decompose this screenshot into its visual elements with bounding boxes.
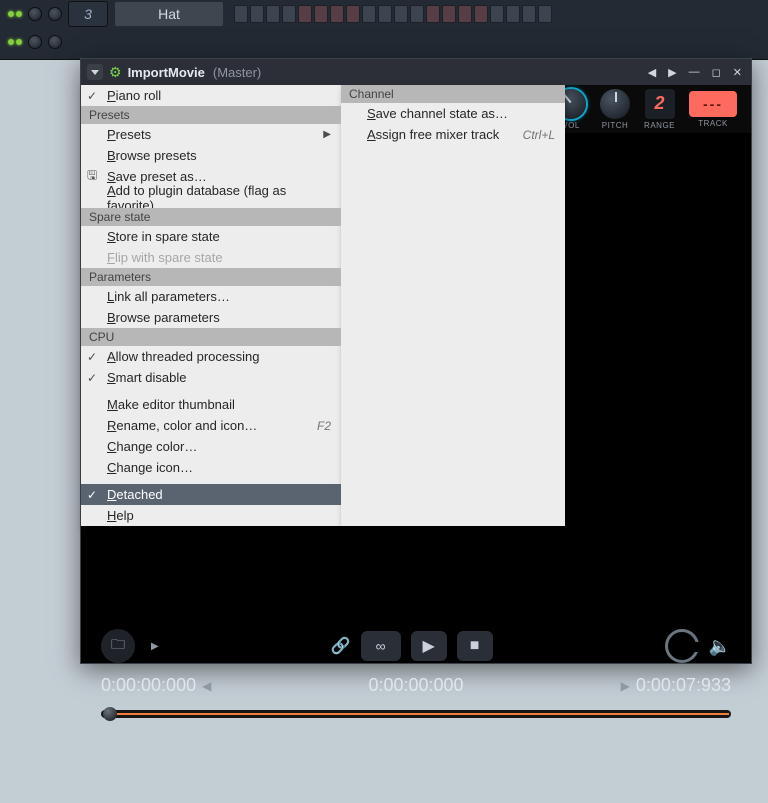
step-back-button[interactable]: ◀ xyxy=(196,679,217,693)
menu-item-label: Link all parameters… xyxy=(107,289,230,304)
menu-item[interactable]: Change icon… xyxy=(81,457,341,478)
maximize-icon[interactable]: ◻ xyxy=(709,66,724,79)
pan-knob[interactable] xyxy=(48,35,62,49)
menu-item: Flip with spare state xyxy=(81,247,341,268)
link-icon[interactable]: 🔗 xyxy=(331,636,351,656)
mute-knob[interactable] xyxy=(28,35,42,49)
range-label: RANGE xyxy=(644,121,675,130)
window-subtitle: (Master) xyxy=(213,65,261,80)
prev-preset-icon[interactable]: ◀ xyxy=(645,66,659,79)
timecode-duration: 0:00:07:933 xyxy=(636,675,731,696)
progress-fill xyxy=(111,713,729,715)
open-file-button[interactable]: 🗀 xyxy=(101,629,135,663)
menu-item[interactable]: ✓Allow threaded processing xyxy=(81,346,341,367)
mute-knob[interactable] xyxy=(28,7,42,21)
menu-item[interactable]: Rename, color and icon…F2 xyxy=(81,415,341,436)
transport-bar: 🗀 ▶ 🔗 ∞ ▶ ■ 🔈 0:00:00:000 ◀ 0:00:00:000 … xyxy=(81,619,751,732)
plugin-options-menu: ✓Piano rollPresetsPresets▶Browse presets… xyxy=(81,85,341,526)
track-selector[interactable]: --- xyxy=(689,91,737,117)
menu-section: Parameters xyxy=(81,268,341,286)
menu-section: CPU xyxy=(81,328,341,346)
menu-item-label: Flip with spare state xyxy=(107,250,223,265)
pitch-label: PITCH xyxy=(602,121,629,130)
chevron-down-icon xyxy=(91,70,99,75)
channel-leds[interactable] xyxy=(8,39,22,45)
gear-icon[interactable]: ⚙ xyxy=(109,64,122,81)
close-icon[interactable]: ✕ xyxy=(730,66,745,79)
menu-item-label: Presets xyxy=(107,127,151,142)
menu-item-label: Make editor thumbnail xyxy=(107,397,235,412)
timecode-selection: 0:00:00:000 xyxy=(368,675,463,696)
plugin-window: ⚙ ImportMovie (Master) ◀ ▶ — ◻ ✕ ✓Piano … xyxy=(80,58,752,664)
next-preset-icon[interactable]: ▶ xyxy=(665,66,679,79)
progress-handle[interactable] xyxy=(103,707,117,721)
channel-rack-bg: 3 Hat xyxy=(0,0,768,60)
minimize-icon[interactable]: — xyxy=(686,66,703,78)
menu-item-label: Save channel state as… xyxy=(367,106,508,121)
channel-submenu: Channel Save channel state as… Assign fre… xyxy=(341,85,565,526)
timecode-position: 0:00:00:000 xyxy=(101,675,196,696)
folder-icon: 🗀 xyxy=(111,634,125,658)
loop-button[interactable]: ∞ xyxy=(361,631,401,661)
menu-item[interactable]: Save channel state as… xyxy=(341,103,565,124)
pitch-knob[interactable] xyxy=(600,89,630,119)
menu-item[interactable]: Change color… xyxy=(81,436,341,457)
range-selector[interactable]: 2 xyxy=(645,89,675,119)
play-button[interactable]: ▶ xyxy=(411,631,447,661)
menu-item[interactable]: Browse presets xyxy=(81,145,341,166)
menu-item-label: Change icon… xyxy=(107,460,193,475)
context-menu-layer: ✓Piano rollPresetsPresets▶Browse presets… xyxy=(81,85,565,526)
stop-button[interactable]: ■ xyxy=(457,631,493,661)
track-label: TRACK xyxy=(698,119,728,128)
menu-item[interactable]: Assign free mixer trackCtrl+L xyxy=(341,124,565,145)
menu-item-label: Help xyxy=(107,508,134,523)
menu-item[interactable]: ✓Smart disable xyxy=(81,367,341,388)
window-title: ImportMovie xyxy=(128,65,205,80)
menu-item[interactable]: Make editor thumbnail xyxy=(81,394,341,415)
channel-leds[interactable] xyxy=(8,11,22,17)
menu-item[interactable]: Browse parameters xyxy=(81,307,341,328)
menu-item[interactable]: ✓Detached xyxy=(81,484,341,505)
speaker-icon[interactable]: 🔈 xyxy=(709,636,731,657)
menu-section: Spare state xyxy=(81,208,341,226)
step-sequence[interactable] xyxy=(234,5,552,23)
menu-item[interactable]: Help xyxy=(81,505,341,526)
menu-item-label: Smart disable xyxy=(107,370,186,385)
open-recent-button[interactable]: ▶ xyxy=(151,641,159,652)
titlebar: ⚙ ImportMovie (Master) ◀ ▶ — ◻ ✕ xyxy=(81,59,751,85)
menu-item-label: Browse presets xyxy=(107,148,197,163)
menu-item-label: Assign free mixer track xyxy=(367,127,499,142)
step-fwd-button[interactable]: ▶ xyxy=(615,679,636,693)
menu-item[interactable]: ✓Piano roll xyxy=(81,85,341,106)
menu-item-label: Piano roll xyxy=(107,88,161,103)
menu-item-label: Detached xyxy=(107,487,163,502)
menu-item[interactable]: Link all parameters… xyxy=(81,286,341,307)
menu-item[interactable]: Add to plugin database (flag as favorite… xyxy=(81,187,341,208)
menu-item[interactable]: Presets▶ xyxy=(81,124,341,145)
menu-section-channel: Channel xyxy=(341,85,565,103)
menu-item-label: Change color… xyxy=(107,439,197,454)
menu-item-label: Store in spare state xyxy=(107,229,220,244)
menu-dropdown-button[interactable] xyxy=(87,64,103,80)
channel-name[interactable]: Hat xyxy=(114,1,224,27)
menu-section: Presets xyxy=(81,106,341,124)
menu-item-label: Browse parameters xyxy=(107,310,220,325)
pan-knob[interactable] xyxy=(48,7,62,21)
menu-item-label: Rename, color and icon… xyxy=(107,418,257,433)
menu-item[interactable]: Store in spare state xyxy=(81,226,341,247)
zoom-button[interactable] xyxy=(665,629,699,663)
progress-track[interactable] xyxy=(101,710,731,718)
channel-number[interactable]: 3 xyxy=(68,1,108,27)
menu-item-label: Allow threaded processing xyxy=(107,349,259,364)
